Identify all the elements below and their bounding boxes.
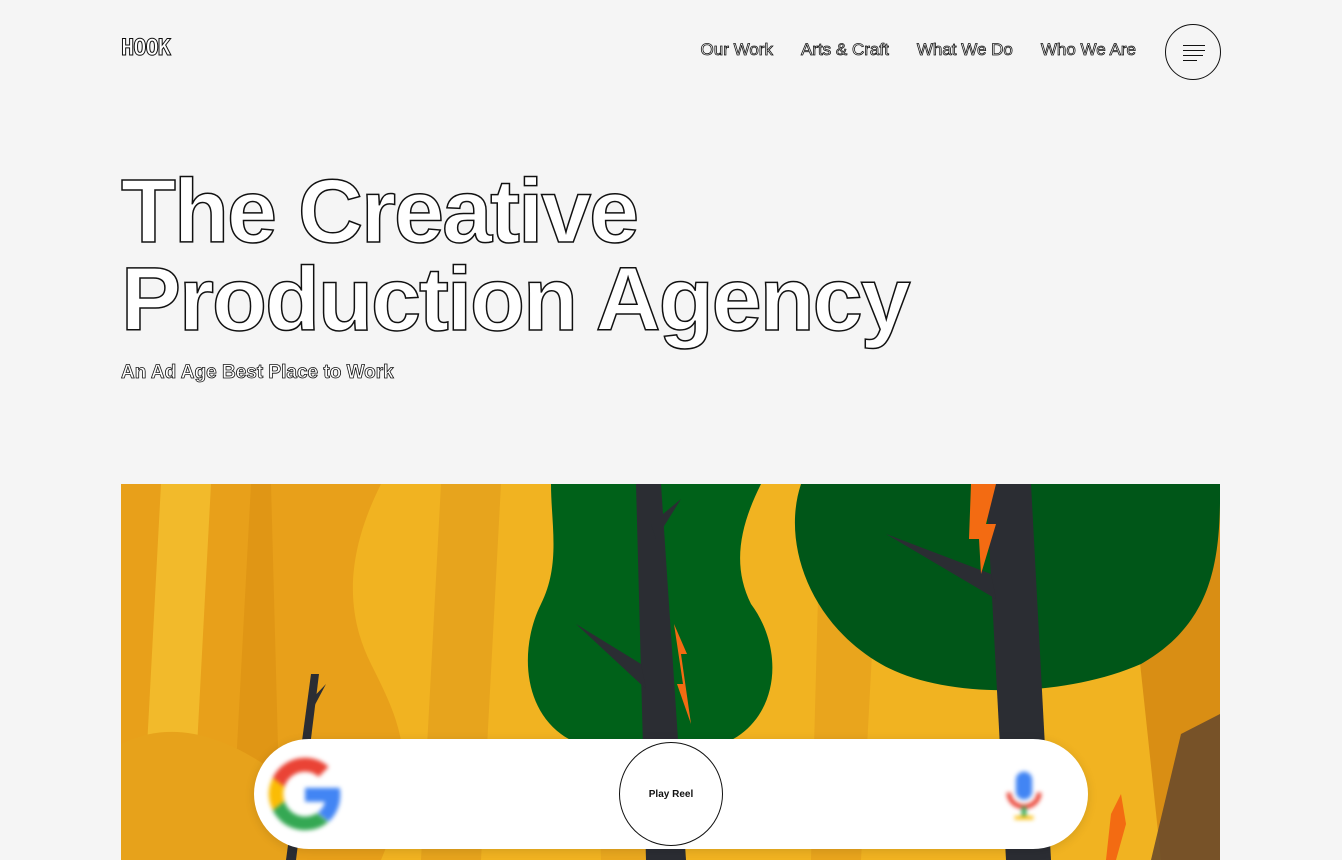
menu-button[interactable] [1165,24,1221,80]
play-reel-button[interactable]: Play Reel [619,742,723,846]
nav-arts-craft[interactable]: Arts & Craft [801,40,890,60]
hero-subtitle: An Ad Age Best Place to Work [121,362,395,384]
site-logo[interactable]: HOOK [121,36,172,62]
hero-title-line-1: The Creative [120,162,640,262]
microphone-icon [1006,771,1042,820]
hero-title: The Creative Production Agency [120,166,911,346]
main-nav: Our Work Arts & Craft What We Do Who We … [700,40,1136,60]
nav-who-we-are[interactable]: Who We Are [1040,40,1136,60]
google-g-icon [268,757,341,831]
hero-title-line-2: Production Agency [120,250,911,350]
nav-what-we-do[interactable]: What We Do [916,40,1013,60]
nav-our-work[interactable]: Our Work [700,40,773,60]
